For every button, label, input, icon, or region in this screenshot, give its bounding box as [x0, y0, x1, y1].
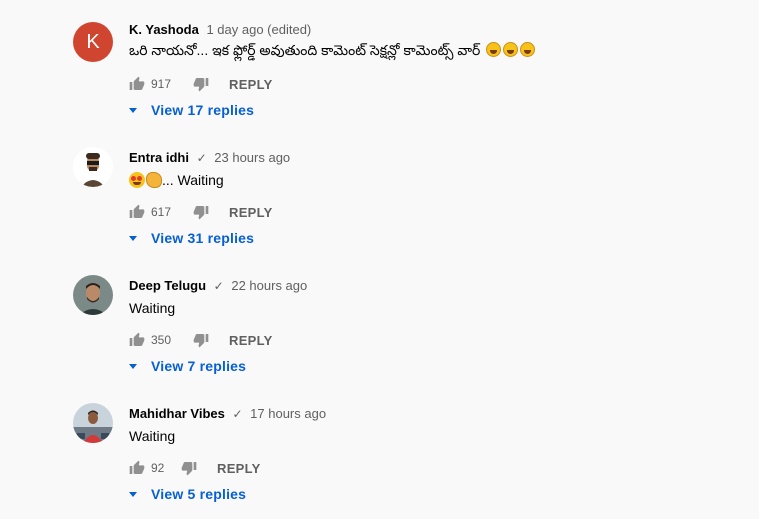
avatar-image	[73, 275, 113, 315]
view-replies-label: View 7 replies	[151, 358, 247, 374]
comment-text: Waiting	[129, 428, 176, 444]
avatar[interactable]	[73, 275, 113, 315]
comment-actions: 617 REPLY	[129, 202, 273, 222]
view-replies-label: View 17 replies	[151, 102, 255, 118]
like-count: 350	[151, 333, 172, 347]
comment-actions: 917 REPLY	[129, 74, 273, 94]
view-replies-button[interactable]: View 5 replies	[129, 486, 246, 502]
view-replies-label: View 31 replies	[151, 230, 255, 246]
caret-down-icon	[129, 235, 137, 241]
like-count: 917	[151, 77, 172, 91]
caret-down-icon	[129, 491, 137, 497]
comment-text: ఒరి నాయనో... ఇక ఫ్లోర్డ్ అవుతుంది కామెంట…	[129, 42, 536, 62]
check-icon: ✓	[232, 407, 243, 421]
reply-button[interactable]: REPLY	[229, 77, 273, 92]
comment-time[interactable]: 22 hours ago	[231, 278, 307, 293]
comment-time[interactable]: 23 hours ago	[214, 150, 290, 165]
avatar-image	[73, 147, 113, 187]
view-replies-button[interactable]: View 17 replies	[129, 102, 254, 118]
author-name[interactable]: K. Yashoda	[129, 22, 199, 37]
comment-text: Waiting	[129, 300, 176, 316]
thumbs-up-icon[interactable]	[129, 76, 145, 92]
check-icon: ✓	[213, 279, 224, 293]
thumbs-down-icon[interactable]	[193, 332, 209, 348]
reply-button[interactable]: REPLY	[217, 461, 261, 476]
thumbs-down-icon[interactable]	[193, 76, 209, 92]
avatar-image	[73, 403, 113, 443]
star-struck-emoji-icon	[129, 172, 145, 188]
thumbs-down-icon[interactable]	[193, 204, 209, 220]
comment-header: K. Yashoda 1 day ago (edited)	[129, 22, 311, 37]
comment-header: Entra idhi ✓ 23 hours ago	[129, 150, 290, 165]
comment-actions: 350 REPLY	[129, 330, 273, 350]
avatar[interactable]	[73, 147, 113, 187]
caret-down-icon	[129, 363, 137, 369]
author-name[interactable]: Deep Telugu	[129, 278, 206, 293]
thumbs-up-icon[interactable]	[129, 460, 145, 476]
thumbs-up-icon[interactable]	[129, 204, 145, 220]
view-replies-label: View 5 replies	[151, 486, 247, 502]
comment-time[interactable]: 1 day ago (edited)	[206, 22, 311, 37]
comment-header: Mahidhar Vibes ✓ 17 hours ago	[129, 406, 326, 421]
view-replies-button[interactable]: View 7 replies	[129, 358, 246, 374]
like-count: 92	[151, 461, 165, 475]
like-count: 617	[151, 205, 172, 219]
grinning-emoji-icon	[503, 42, 519, 57]
reply-button[interactable]: REPLY	[229, 333, 273, 348]
thumbs-down-icon[interactable]	[181, 460, 197, 476]
grinning-emoji-icon	[520, 42, 536, 57]
check-icon: ✓	[196, 151, 207, 165]
author-name[interactable]: Entra idhi	[129, 150, 189, 165]
grinning-emoji-icon	[486, 42, 502, 57]
avatar[interactable]	[73, 403, 113, 443]
author-name[interactable]: Mahidhar Vibes	[129, 406, 225, 421]
clap-emoji-icon	[146, 172, 162, 188]
thumbs-up-icon[interactable]	[129, 332, 145, 348]
view-replies-button[interactable]: View 31 replies	[129, 230, 254, 246]
reply-button[interactable]: REPLY	[229, 205, 273, 220]
caret-down-icon	[129, 107, 137, 113]
comment-actions: 92 REPLY	[129, 458, 261, 478]
comment-header: Deep Telugu ✓ 22 hours ago	[129, 278, 307, 293]
comment-time[interactable]: 17 hours ago	[250, 406, 326, 421]
avatar[interactable]: K	[73, 22, 113, 62]
comment-text: ... Waiting	[129, 172, 224, 188]
